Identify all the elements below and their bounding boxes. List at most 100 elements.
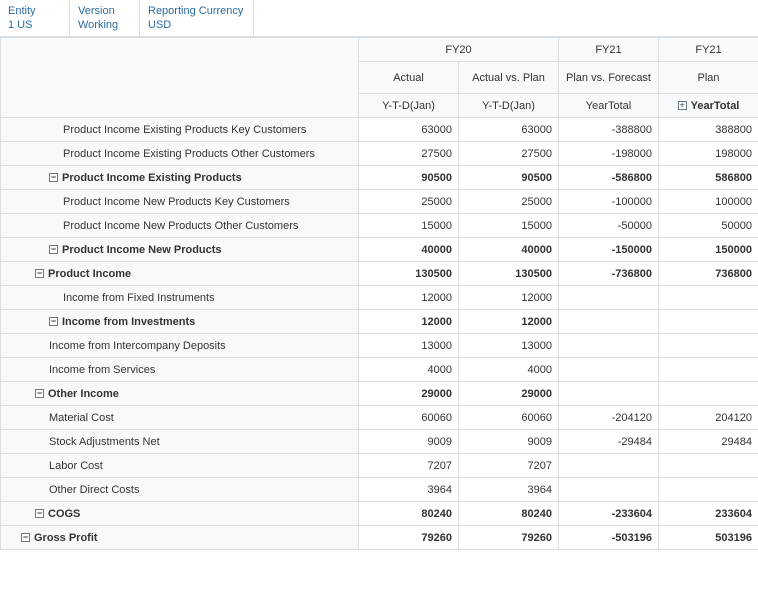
data-cell[interactable]: -204120 <box>559 406 659 430</box>
collapse-icon[interactable]: − <box>49 173 58 182</box>
data-cell[interactable]: 25000 <box>459 190 559 214</box>
col-scenario-plan-vs-forecast[interactable]: Plan vs. Forecast <box>559 62 659 94</box>
data-cell[interactable]: 40000 <box>459 238 559 262</box>
data-cell[interactable]: 60060 <box>459 406 559 430</box>
data-cell[interactable] <box>559 310 659 334</box>
pov-version[interactable]: Version Working <box>70 0 140 36</box>
data-cell[interactable] <box>559 478 659 502</box>
data-cell[interactable] <box>559 286 659 310</box>
data-cell[interactable]: 233604 <box>659 502 758 526</box>
data-cell[interactable]: 63000 <box>459 118 559 142</box>
data-cell[interactable]: 29000 <box>359 382 459 406</box>
data-cell[interactable]: 50000 <box>659 214 758 238</box>
row-header[interactable]: −Product Income <box>1 262 359 286</box>
data-cell[interactable]: 12000 <box>359 286 459 310</box>
data-cell[interactable] <box>559 358 659 382</box>
data-cell[interactable] <box>659 478 758 502</box>
collapse-icon[interactable]: − <box>35 389 44 398</box>
data-cell[interactable]: 3964 <box>359 478 459 502</box>
data-cell[interactable] <box>559 334 659 358</box>
row-header[interactable]: Material Cost <box>1 406 359 430</box>
data-cell[interactable]: 12000 <box>459 286 559 310</box>
data-cell[interactable]: 130500 <box>459 262 559 286</box>
data-cell[interactable]: 204120 <box>659 406 758 430</box>
row-header[interactable]: −COGS <box>1 502 359 526</box>
data-cell[interactable]: 12000 <box>459 310 559 334</box>
row-header[interactable]: Product Income New Products Key Customer… <box>1 190 359 214</box>
data-cell[interactable]: 13000 <box>359 334 459 358</box>
col-year-fy21a[interactable]: FY21 <box>559 38 659 62</box>
row-header[interactable]: Other Direct Costs <box>1 478 359 502</box>
pov-currency[interactable]: Reporting Currency USD <box>140 0 254 36</box>
row-header[interactable]: Labor Cost <box>1 454 359 478</box>
data-cell[interactable]: 4000 <box>459 358 559 382</box>
data-cell[interactable]: 586800 <box>659 166 758 190</box>
collapse-icon[interactable]: − <box>35 269 44 278</box>
data-cell[interactable]: -233604 <box>559 502 659 526</box>
data-cell[interactable]: 130500 <box>359 262 459 286</box>
data-cell[interactable]: 15000 <box>359 214 459 238</box>
data-cell[interactable]: -100000 <box>559 190 659 214</box>
col-scenario-actual-vs-plan[interactable]: Actual vs. Plan <box>459 62 559 94</box>
data-cell[interactable]: -388800 <box>559 118 659 142</box>
data-cell[interactable]: 13000 <box>459 334 559 358</box>
data-cell[interactable] <box>659 454 758 478</box>
data-cell[interactable]: 15000 <box>459 214 559 238</box>
data-cell[interactable]: 27500 <box>359 142 459 166</box>
data-cell[interactable]: 4000 <box>359 358 459 382</box>
row-header[interactable]: −Product Income Existing Products <box>1 166 359 190</box>
row-header[interactable]: −Other Income <box>1 382 359 406</box>
col-scenario-plan[interactable]: Plan <box>659 62 758 94</box>
data-cell[interactable]: 12000 <box>359 310 459 334</box>
data-cell[interactable]: 3964 <box>459 478 559 502</box>
data-cell[interactable]: -50000 <box>559 214 659 238</box>
data-cell[interactable] <box>659 358 758 382</box>
col-year-fy21b[interactable]: FY21 <box>659 38 758 62</box>
data-cell[interactable]: -29484 <box>559 430 659 454</box>
data-cell[interactable]: -736800 <box>559 262 659 286</box>
data-cell[interactable]: 100000 <box>659 190 758 214</box>
data-cell[interactable] <box>659 310 758 334</box>
data-cell[interactable]: -198000 <box>559 142 659 166</box>
collapse-icon[interactable]: − <box>35 509 44 518</box>
row-header[interactable]: −Income from Investments <box>1 310 359 334</box>
row-header[interactable]: Stock Adjustments Net <box>1 430 359 454</box>
data-cell[interactable]: 388800 <box>659 118 758 142</box>
data-cell[interactable]: 29484 <box>659 430 758 454</box>
row-header[interactable]: Income from Services <box>1 358 359 382</box>
pov-entity[interactable]: Entity 1 US <box>0 0 70 36</box>
data-cell[interactable]: 27500 <box>459 142 559 166</box>
data-cell[interactable] <box>559 382 659 406</box>
data-cell[interactable] <box>659 286 758 310</box>
col-period-4[interactable]: + YearTotal <box>659 94 758 118</box>
data-cell[interactable]: 736800 <box>659 262 758 286</box>
collapse-icon[interactable]: − <box>49 317 58 326</box>
data-cell[interactable]: 150000 <box>659 238 758 262</box>
expand-icon[interactable]: + <box>678 101 687 110</box>
col-year-fy20[interactable]: FY20 <box>359 38 559 62</box>
data-cell[interactable]: -586800 <box>559 166 659 190</box>
col-period-1[interactable]: Y-T-D(Jan) <box>359 94 459 118</box>
data-cell[interactable]: 60060 <box>359 406 459 430</box>
data-cell[interactable]: -150000 <box>559 238 659 262</box>
data-cell[interactable] <box>659 382 758 406</box>
data-cell[interactable]: 7207 <box>459 454 559 478</box>
row-header[interactable]: Product Income New Products Other Custom… <box>1 214 359 238</box>
data-cell[interactable]: 25000 <box>359 190 459 214</box>
collapse-icon[interactable]: − <box>21 533 30 542</box>
data-cell[interactable]: 90500 <box>359 166 459 190</box>
data-cell[interactable]: 7207 <box>359 454 459 478</box>
data-cell[interactable]: 79260 <box>359 526 459 550</box>
col-period-2[interactable]: Y-T-D(Jan) <box>459 94 559 118</box>
row-header[interactable]: Product Income Existing Products Other C… <box>1 142 359 166</box>
data-cell[interactable]: 40000 <box>359 238 459 262</box>
row-header[interactable]: −Product Income New Products <box>1 238 359 262</box>
data-cell[interactable]: 9009 <box>459 430 559 454</box>
data-cell[interactable]: 90500 <box>459 166 559 190</box>
data-cell[interactable]: 9009 <box>359 430 459 454</box>
data-cell[interactable]: 503196 <box>659 526 758 550</box>
data-cell[interactable]: 63000 <box>359 118 459 142</box>
row-header[interactable]: −Gross Profit <box>1 526 359 550</box>
data-cell[interactable]: 80240 <box>359 502 459 526</box>
data-cell[interactable]: 80240 <box>459 502 559 526</box>
